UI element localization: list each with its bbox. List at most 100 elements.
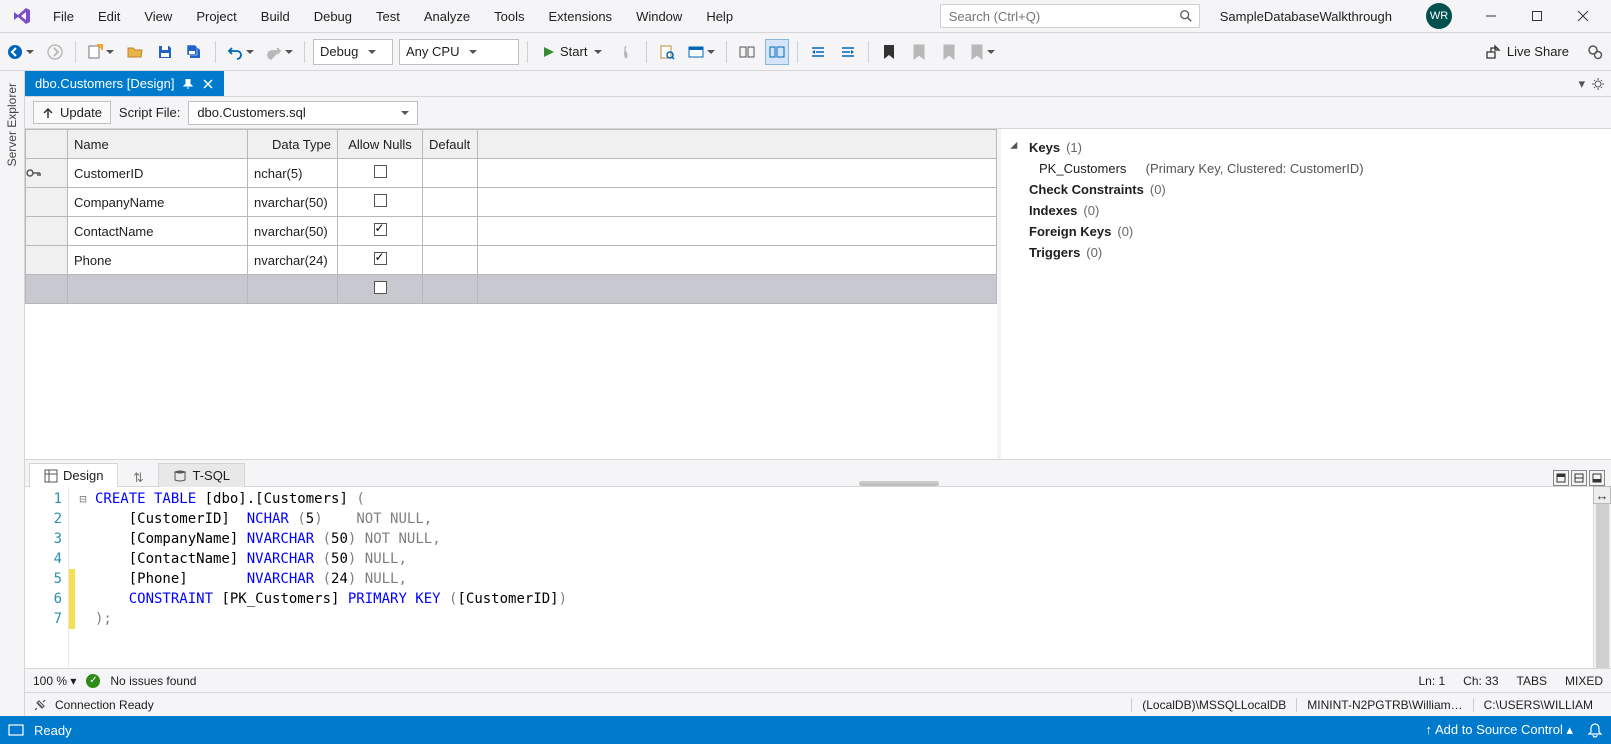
cell-extra[interactable] xyxy=(478,159,997,188)
prop-foreign-keys[interactable]: Foreign Keys (0) xyxy=(1013,221,1599,242)
cell-nulls[interactable] xyxy=(338,159,423,188)
config-combo[interactable]: Debug xyxy=(313,39,393,65)
tab-overflow-icon[interactable]: ▾ xyxy=(1578,76,1585,92)
cell-extra[interactable] xyxy=(478,246,997,275)
menu-debug[interactable]: Debug xyxy=(302,3,364,30)
platform-combo[interactable]: Any CPU xyxy=(399,39,519,65)
cell-nulls[interactable] xyxy=(338,217,423,246)
cell-name[interactable]: CompanyName xyxy=(68,188,248,217)
cell-default[interactable] xyxy=(423,217,478,246)
cell-name[interactable]: ContactName xyxy=(68,217,248,246)
find-in-files-icon[interactable] xyxy=(655,39,679,65)
bell-icon[interactable] xyxy=(1587,722,1603,738)
cell-default[interactable] xyxy=(423,246,478,275)
cell-default[interactable] xyxy=(423,159,478,188)
grid-row[interactable]: CompanyNamenvarchar(50) xyxy=(26,188,997,217)
save-button[interactable] xyxy=(153,39,177,65)
maximize-button[interactable] xyxy=(1514,1,1560,31)
cell-type[interactable]: nchar(5) xyxy=(248,159,338,188)
close-button[interactable] xyxy=(1560,1,1606,31)
tab-settings-icon[interactable] xyxy=(1591,77,1605,91)
live-share-button[interactable]: Live Share xyxy=(1477,44,1577,60)
splitter-grip[interactable] xyxy=(245,481,1553,486)
browse-icon[interactable] xyxy=(685,39,718,65)
prop-triggers[interactable]: Triggers (0) xyxy=(1013,242,1599,263)
menu-window[interactable]: Window xyxy=(624,3,694,30)
outdent-icon[interactable] xyxy=(806,39,830,65)
open-folder-button[interactable] xyxy=(123,39,147,65)
cell-default[interactable] xyxy=(423,188,478,217)
grid-row[interactable]: ContactNamenvarchar(50) xyxy=(26,217,997,246)
grid-new-row[interactable] xyxy=(26,275,997,304)
prop-key-item[interactable]: PK_Customers (Primary Key, Clustered: Cu… xyxy=(1013,158,1599,179)
menu-extensions[interactable]: Extensions xyxy=(536,3,624,30)
menu-help[interactable]: Help xyxy=(694,3,745,30)
prop-check-constraints[interactable]: Check Constraints (0) xyxy=(1013,179,1599,200)
col-header-allownulls[interactable]: Allow Nulls xyxy=(338,130,423,159)
cell-nulls[interactable] xyxy=(338,188,423,217)
close-tab-icon[interactable] xyxy=(202,78,214,90)
bookmark-icon[interactable] xyxy=(877,39,901,65)
redo-button[interactable] xyxy=(263,39,296,65)
code-content[interactable]: CREATE TABLE [dbo].[Customers] ( [Custom… xyxy=(91,487,1593,668)
cell-type[interactable]: nvarchar(50) xyxy=(248,188,338,217)
menu-analyze[interactable]: Analyze xyxy=(412,3,482,30)
col-header-name[interactable]: Name xyxy=(68,130,248,159)
tsql-tab[interactable]: T-SQL xyxy=(158,463,245,487)
update-button[interactable]: Update xyxy=(33,101,111,124)
row-header[interactable] xyxy=(26,246,68,275)
server-explorer-tab[interactable]: Server Explorer xyxy=(0,71,25,716)
document-tab[interactable]: dbo.Customers [Design] xyxy=(25,71,224,96)
columns-grid[interactable]: Name Data Type Allow Nulls Default Custo… xyxy=(25,129,997,304)
feedback-icon[interactable] xyxy=(1583,39,1607,65)
undo-button[interactable] xyxy=(224,39,257,65)
row-header[interactable] xyxy=(26,159,68,188)
zoom-combo[interactable]: 100 % ▾ xyxy=(33,674,76,688)
menu-view[interactable]: View xyxy=(132,3,184,30)
pin-icon[interactable] xyxy=(182,78,194,90)
design-tab[interactable]: Design xyxy=(29,463,118,487)
row-header[interactable] xyxy=(26,217,68,246)
col-header-default[interactable]: Default xyxy=(423,130,478,159)
cell-type[interactable]: nvarchar(24) xyxy=(248,246,338,275)
cell-type[interactable]: nvarchar(50) xyxy=(248,217,338,246)
grid-row[interactable]: CustomerIDnchar(5) xyxy=(26,159,997,188)
prop-indexes[interactable]: Indexes (0) xyxy=(1013,200,1599,221)
indent-icon[interactable] xyxy=(836,39,860,65)
col-header-datatype[interactable]: Data Type xyxy=(248,130,338,159)
cell-extra[interactable] xyxy=(478,217,997,246)
cell-name[interactable]: Phone xyxy=(68,246,248,275)
menu-tools[interactable]: Tools xyxy=(482,3,536,30)
layout-icon-1[interactable] xyxy=(735,39,759,65)
menu-build[interactable]: Build xyxy=(249,3,302,30)
nav-back-button[interactable] xyxy=(4,39,37,65)
pane-top-button[interactable] xyxy=(1553,470,1569,486)
new-item-button[interactable] xyxy=(84,39,117,65)
vertical-scrollbar[interactable] xyxy=(1593,487,1611,668)
search-input[interactable] xyxy=(947,8,1179,25)
menu-test[interactable]: Test xyxy=(364,3,412,30)
expand-handle[interactable]: ↔ xyxy=(1593,486,1611,504)
pane-split-button[interactable] xyxy=(1571,470,1587,486)
menu-edit[interactable]: Edit xyxy=(86,3,132,30)
start-button[interactable]: Start xyxy=(536,39,608,65)
script-file-combo[interactable]: dbo.Customers.sql xyxy=(188,101,418,125)
source-control-button[interactable]: ↑ Add to Source Control ▴ xyxy=(1426,722,1573,738)
prop-keys-header[interactable]: Keys (1) xyxy=(1013,137,1599,158)
code-editor[interactable]: 1234567 ⊟ CREATE TABLE [dbo].[Customers]… xyxy=(25,487,1611,668)
cell-nulls[interactable] xyxy=(338,246,423,275)
cell-name[interactable]: CustomerID xyxy=(68,159,248,188)
fold-gutter[interactable]: ⊟ xyxy=(75,487,91,668)
save-all-button[interactable] xyxy=(183,39,207,65)
output-icon[interactable] xyxy=(8,723,24,737)
grid-row[interactable]: Phonenvarchar(24) xyxy=(26,246,997,275)
layout-icon-2[interactable] xyxy=(765,39,789,65)
nav-forward-button[interactable] xyxy=(43,39,67,65)
menu-project[interactable]: Project xyxy=(184,3,248,30)
row-header[interactable] xyxy=(26,188,68,217)
search-box[interactable] xyxy=(940,4,1200,28)
pane-bottom-button[interactable] xyxy=(1589,470,1605,486)
menu-file[interactable]: File xyxy=(41,3,86,30)
minimize-button[interactable] xyxy=(1468,1,1514,31)
user-avatar[interactable]: WR xyxy=(1426,3,1452,29)
